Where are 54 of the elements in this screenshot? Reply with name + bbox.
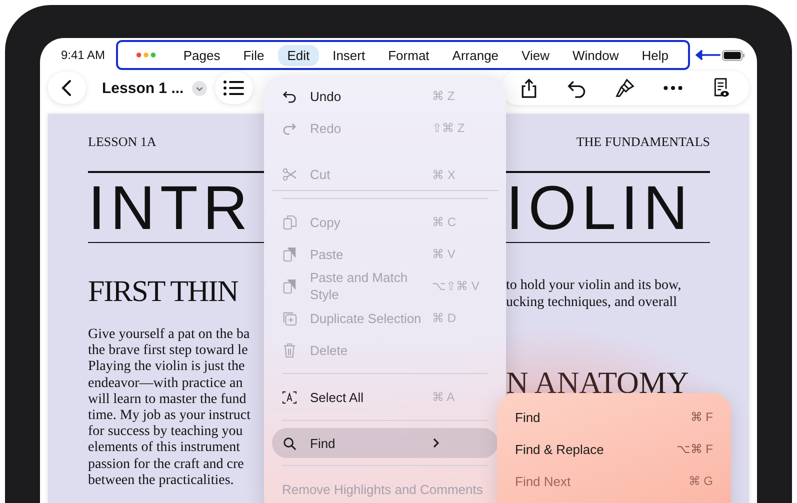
battery-icon — [722, 50, 745, 60]
menu-bar-item[interactable]: Pages — [174, 44, 230, 66]
duplicate-icon — [282, 310, 297, 326]
copy-icon — [282, 214, 297, 230]
annotation-arrow — [694, 49, 722, 61]
menu-bar-item[interactable]: Arrange — [443, 44, 508, 66]
menu-bar-item[interactable]: Insert — [324, 44, 374, 66]
paste-icon — [282, 246, 297, 262]
menu-bar-item[interactable]: Edit — [278, 44, 319, 66]
undo-icon[interactable] — [567, 78, 587, 98]
selectall-icon — [282, 390, 297, 404]
back-button[interactable] — [48, 72, 86, 104]
menu-item[interactable]: Find — [272, 428, 498, 458]
body-text-line: will learn to master the fund — [88, 392, 246, 408]
body-text-line: passion for the craft and cre — [88, 456, 244, 473]
section-heading: FIRST THIN — [88, 275, 238, 309]
menu-item[interactable]: Undo ⌘ Z — [272, 80, 498, 112]
menu-item[interactable]: Select All ⌘ A — [272, 381, 498, 413]
body-text-line: time. My job as your instruct — [88, 408, 251, 424]
search-icon — [282, 436, 297, 450]
body-text-line: for success by teaching you — [88, 424, 243, 440]
body-text-line: Give yourself a pat on the ba — [88, 327, 250, 344]
paste-icon — [282, 278, 297, 294]
body-text-line: endeavor—with practice an — [88, 376, 243, 392]
body-text-line: Playing the violin is just the — [88, 359, 245, 376]
document-title-heading: IOLIN — [506, 178, 693, 238]
body-text-line: to hold your violin and its bow, — [506, 277, 682, 294]
menu-bar-item[interactable]: Format — [379, 44, 438, 66]
list-icon — [222, 79, 245, 97]
paintbrush-icon[interactable] — [615, 78, 635, 98]
menu-bar-item[interactable]: Help — [632, 44, 678, 66]
list-button[interactable] — [214, 72, 253, 104]
menu-item[interactable]: Find ⌘ F — [505, 401, 723, 433]
cut-icon — [282, 167, 297, 182]
menu-bar-item[interactable]: File — [234, 44, 274, 66]
delete-icon — [282, 342, 297, 358]
menu-item[interactable]: Find & Replace ⌥⌘ F — [505, 433, 723, 465]
document-title-heading: INTR — [88, 178, 253, 238]
status-time: 9:41 AM — [61, 48, 106, 62]
menu-bar-item[interactable]: Window — [563, 44, 628, 66]
section-heading: N ANATOMY — [506, 365, 689, 401]
body-text-line: ucking techniques, and overall — [506, 294, 678, 311]
share-icon[interactable] — [519, 78, 539, 98]
chevron-down-icon[interactable] — [192, 80, 207, 96]
menu-bar-item[interactable]: View — [512, 44, 558, 66]
redo-icon — [282, 120, 297, 136]
body-text-line: the brave first step toward le — [88, 343, 248, 360]
chevron-right-icon — [432, 437, 440, 449]
body-text-line: between the practicalities. — [88, 472, 234, 490]
body-text-line: elements of this instrument — [88, 440, 240, 457]
undo-icon — [282, 88, 297, 104]
page-header: THE FUNDAMENTALS — [576, 134, 710, 151]
page-header: LESSON 1A — [88, 134, 158, 151]
document-title[interactable]: Lesson 1 ... — [102, 80, 184, 96]
